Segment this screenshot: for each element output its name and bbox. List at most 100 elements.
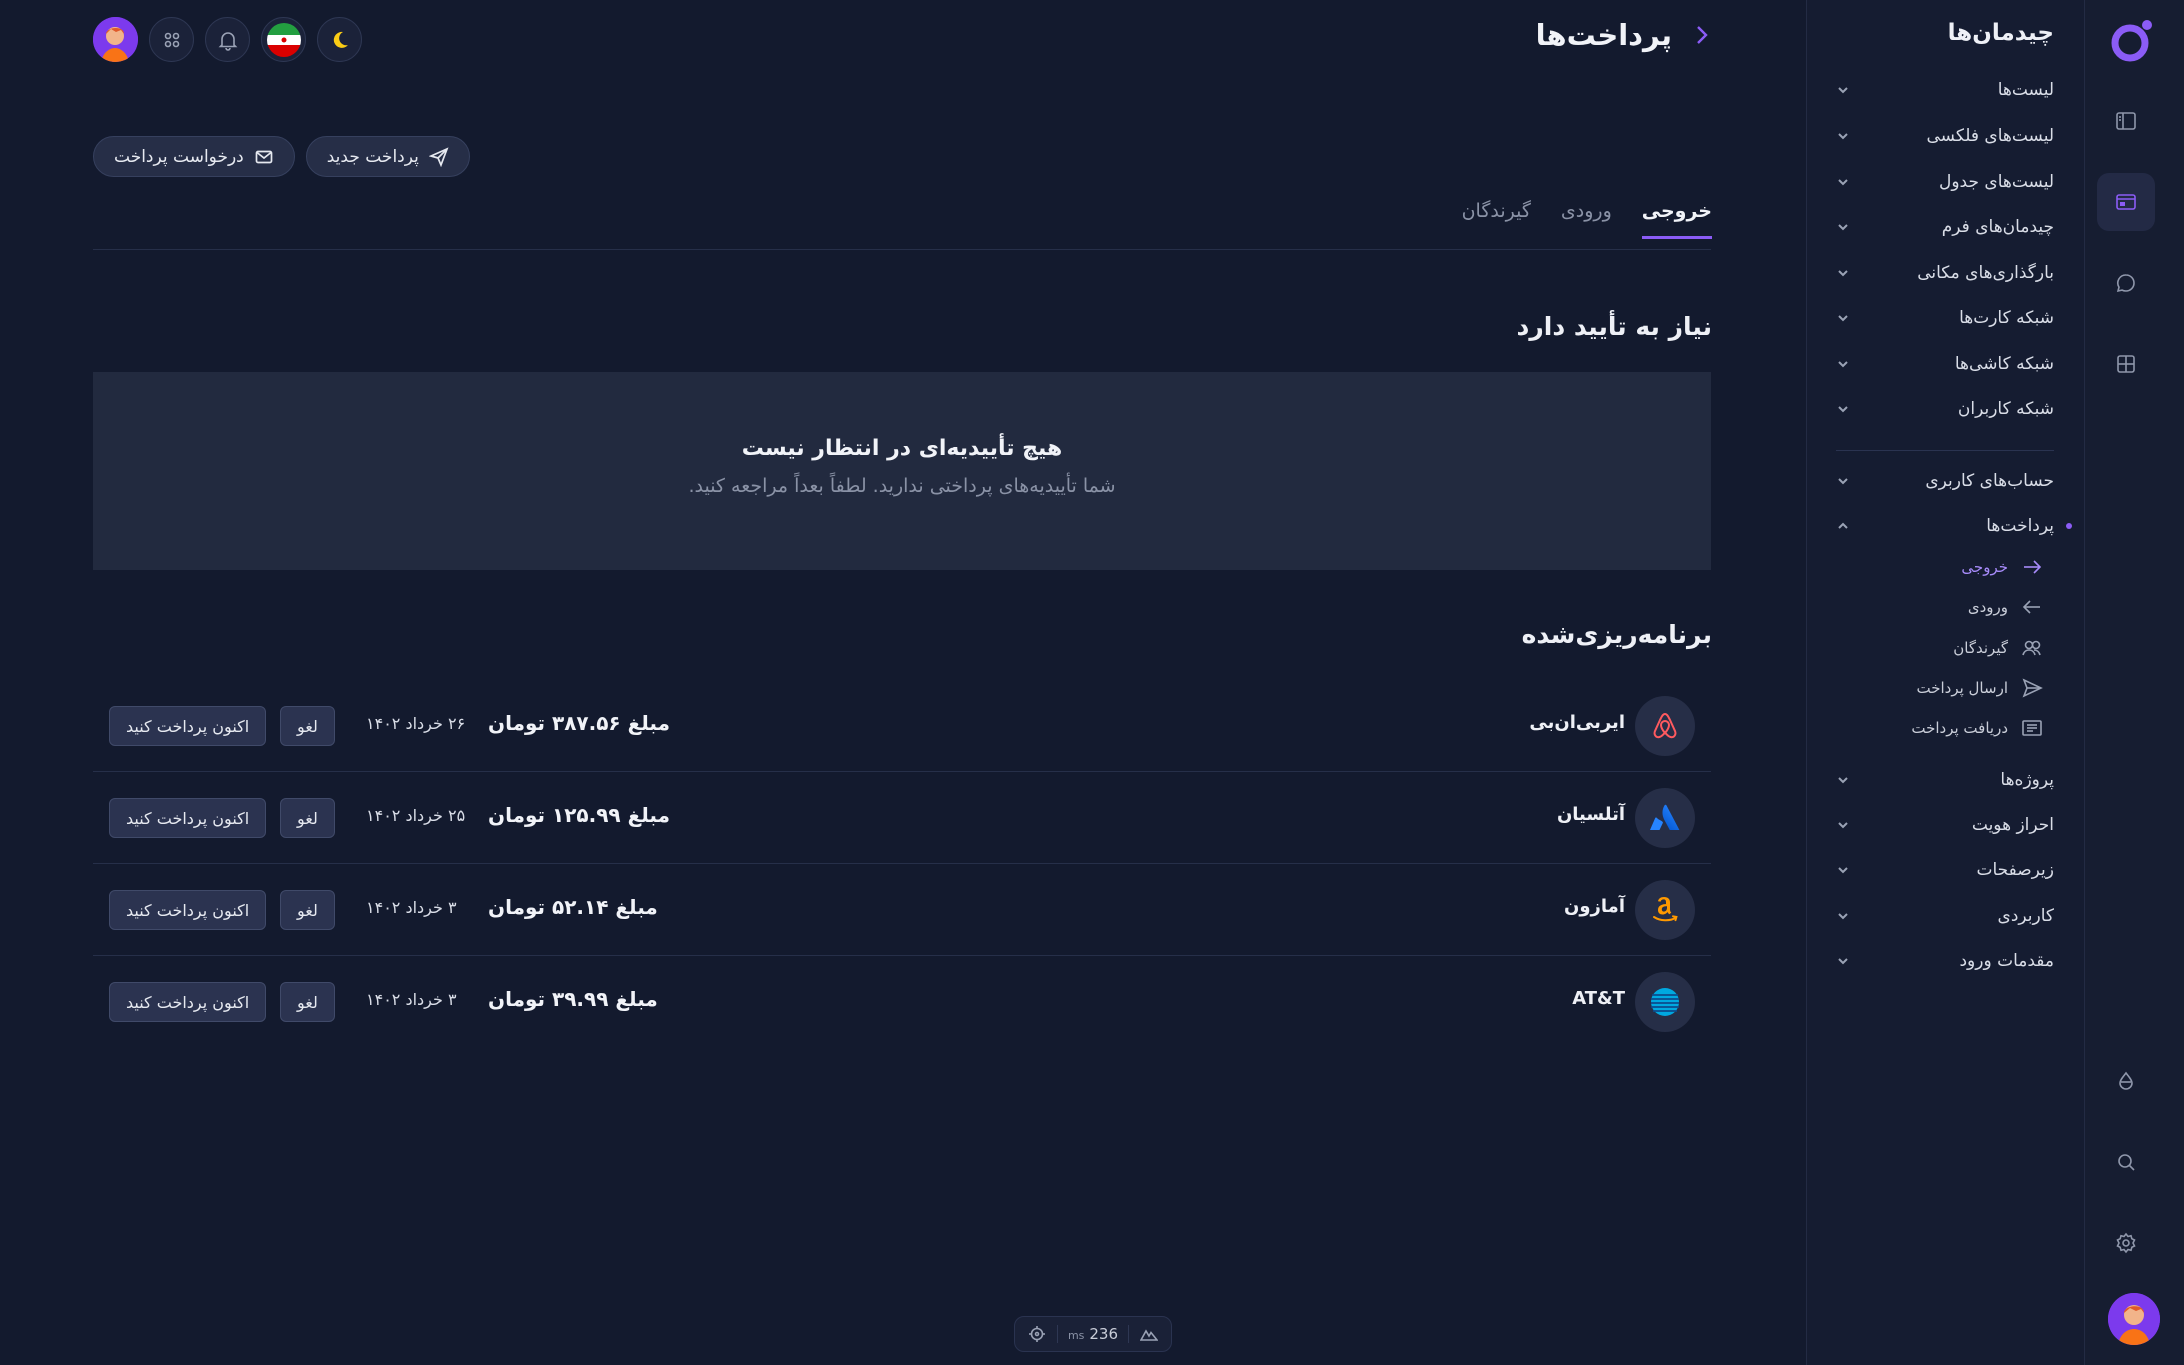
- sidebar-subitem-outgoing[interactable]: خروجی: [1844, 551, 2044, 583]
- sidebar-subitem-recipients[interactable]: گیرندگان: [1844, 632, 2044, 664]
- pay-now-button[interactable]: اکنون پرداخت کنید: [109, 706, 267, 746]
- nuxt-logo-icon[interactable]: [1139, 1325, 1158, 1343]
- tab-recipients[interactable]: گیرندگان: [1462, 200, 1531, 239]
- atlassian-logo-icon: [1635, 788, 1695, 848]
- sidebar-item-accounts[interactable]: حساب‌های کاربری: [1836, 461, 2054, 501]
- sidebar-item-card-grid[interactable]: شبکه کارت‌ها: [1836, 298, 2054, 338]
- scheduled-section-title: برنامه‌ریزی‌شده: [1521, 620, 1712, 649]
- grid-icon[interactable]: [2097, 335, 2155, 393]
- chevron-down-icon: [1838, 315, 1848, 322]
- sidebar-item-onboarding[interactable]: مقدمات ورود: [1836, 941, 2054, 981]
- request-payment-label: درخواست پرداخت: [114, 146, 244, 167]
- approval-section-title: نیاز به تأیید دارد: [1516, 312, 1712, 341]
- sidebar-subitem-receive-payment[interactable]: دریافت پرداخت: [1844, 712, 2044, 744]
- sidebar-item-label: بارگذاری‌های مکانی: [1917, 263, 2054, 283]
- sidebar-item-label: مقدمات ورود: [1959, 951, 2054, 971]
- render-time: ms 236: [1056, 1325, 1130, 1343]
- sidebar-subitem-label: خروجی: [1961, 558, 2008, 576]
- list-item: AT&T مبلغ ۳۹.۹۹ تومان ۳ خرداد ۱۴۰۲ لغو ا…: [93, 956, 1711, 1048]
- main-content: پرداخت‌ها: [0, 0, 1806, 1365]
- tab-incoming[interactable]: ورودی: [1561, 200, 1612, 239]
- sidebar-subitem-label: ورودی: [1967, 598, 2008, 616]
- payment-date: ۳ خرداد ۱۴۰۲: [366, 898, 457, 917]
- chevron-down-icon: [1838, 777, 1848, 784]
- payee-name: آتلسیان: [1556, 804, 1625, 825]
- bell-icon[interactable]: [205, 17, 250, 62]
- sidebar-item-table-lists[interactable]: لیست‌های جدول: [1836, 162, 2054, 202]
- list-item: آتلسیان مبلغ ۱۲۵.۹۹ تومان ۲۵ خرداد ۱۴۰۲ …: [93, 772, 1711, 864]
- cancel-button[interactable]: لغو: [280, 798, 335, 838]
- sidebar-item-tile-grid[interactable]: شبکه کاشی‌ها: [1836, 344, 2054, 384]
- drop-icon[interactable]: [2097, 1052, 2155, 1110]
- cancel-button[interactable]: لغو: [280, 706, 335, 746]
- arrow-left-icon: [2022, 600, 2040, 614]
- pay-now-button[interactable]: اکنون پرداخت کنید: [109, 890, 267, 930]
- sidebar-item-placeloads[interactable]: بارگذاری‌های مکانی: [1836, 253, 2054, 293]
- sidebar-item-label: شبکه کارت‌ها: [1959, 308, 2054, 328]
- sidebar: چیدمان‌ها لیست‌ها لیست‌های فلکسی لیست‌ها…: [1806, 0, 2084, 1365]
- sidebar-item-label: حساب‌های کاربری: [1925, 471, 2054, 491]
- new-payment-button[interactable]: پرداخت جدید: [305, 136, 470, 177]
- arrow-right-icon: [2024, 560, 2042, 574]
- sidebar-item-subpages[interactable]: زیرصفحات: [1836, 850, 2054, 890]
- chevron-down-icon: [1838, 867, 1848, 874]
- dev-toolbar: ms 236: [1014, 1316, 1172, 1352]
- sidebar-item-label: شبکه کاشی‌ها: [1954, 354, 2054, 374]
- chevron-right-icon[interactable]: [1690, 24, 1712, 46]
- sidebar-subitem-incoming[interactable]: ورودی: [1844, 591, 2044, 623]
- chevron-down-icon: [1838, 87, 1848, 94]
- sidebar-item-lists[interactable]: لیست‌ها: [1836, 70, 2054, 110]
- search-icon[interactable]: [2097, 1133, 2155, 1191]
- request-payment-button[interactable]: درخواست پرداخت: [93, 136, 295, 177]
- sidebar-subitem-label: ارسال پرداخت: [1916, 679, 2008, 697]
- payment-date: ۲۶ خرداد ۱۴۰۲: [366, 714, 466, 733]
- moon-icon[interactable]: [317, 17, 362, 62]
- avatar[interactable]: [93, 17, 138, 62]
- receipt-icon: [2022, 720, 2042, 736]
- chevron-down-icon: [1838, 361, 1848, 368]
- send-icon: [2022, 678, 2043, 698]
- chevron-down-icon: [1838, 406, 1848, 413]
- chevron-down-icon: [1838, 478, 1848, 485]
- sidebar-item-form-layouts[interactable]: چیدمان‌های فرم: [1836, 207, 2054, 247]
- sidebar-layout-icon[interactable]: [2097, 92, 2155, 150]
- chevron-down-icon: [1838, 224, 1848, 231]
- sidebar-item-label: پروژه‌ها: [2000, 770, 2054, 790]
- pay-now-button[interactable]: اکنون پرداخت کنید: [109, 798, 267, 838]
- sidebar-item-utility[interactable]: کاربردی: [1836, 896, 2054, 936]
- render-time-unit: ms: [1067, 1329, 1085, 1342]
- sidebar-item-projects[interactable]: پروژه‌ها: [1836, 760, 2054, 800]
- top-toolbar: [93, 17, 362, 62]
- sidebar-title: چیدمان‌ها: [1947, 20, 2054, 46]
- chevron-down-icon: [1838, 179, 1848, 186]
- chevron-down-icon: [1838, 958, 1848, 965]
- payment-date: ۳ خرداد ۱۴۰۲: [366, 990, 457, 1009]
- payment-amount: مبلغ ۳۹.۹۹ تومان: [488, 987, 658, 1011]
- sidebar-item-user-grid[interactable]: شبکه کاربران: [1836, 389, 2054, 429]
- cancel-button[interactable]: لغو: [280, 890, 335, 930]
- sidebar-item-auth[interactable]: احراز هویت: [1836, 805, 2054, 845]
- cancel-button[interactable]: لغو: [280, 982, 335, 1022]
- avatar[interactable]: [2108, 1293, 2160, 1345]
- empty-state-title: هیچ تأییدیه‌ای در انتظار نیست: [741, 436, 1063, 461]
- iran-flag-icon[interactable]: [261, 17, 306, 62]
- gear-icon[interactable]: [2097, 1214, 2155, 1272]
- sidebar-subitem-label: دریافت پرداخت: [1911, 719, 2008, 737]
- chat-icon[interactable]: [2097, 254, 2155, 312]
- chevron-down-icon: [1838, 133, 1848, 140]
- sidebar-item-payments[interactable]: پرداخت‌ها: [1836, 506, 2072, 546]
- browser-window-icon[interactable]: [2097, 173, 2155, 231]
- sidebar-item-flex-lists[interactable]: لیست‌های فلکسی: [1836, 116, 2054, 156]
- sidebar-item-label: احراز هویت: [1971, 815, 2054, 835]
- payment-amount: مبلغ ۳۸۷.۵۶ تومان: [488, 711, 670, 735]
- approval-empty-state: هیچ تأییدیه‌ای در انتظار نیست شما تأییدی…: [93, 372, 1711, 570]
- sidebar-subitem-send-payment[interactable]: ارسال پرداخت: [1844, 672, 2044, 704]
- logo-icon[interactable]: [2108, 18, 2154, 64]
- page-title: پرداخت‌ها: [1535, 18, 1672, 52]
- apps-grid-icon[interactable]: [149, 17, 194, 62]
- pay-now-button[interactable]: اکنون پرداخت کنید: [109, 982, 267, 1022]
- send-icon: [428, 146, 449, 167]
- tab-outgoing[interactable]: خروجی: [1641, 200, 1712, 239]
- crosshair-icon[interactable]: [1028, 1325, 1046, 1343]
- sidebar-subitem-label: گیرندگان: [1953, 639, 2008, 657]
